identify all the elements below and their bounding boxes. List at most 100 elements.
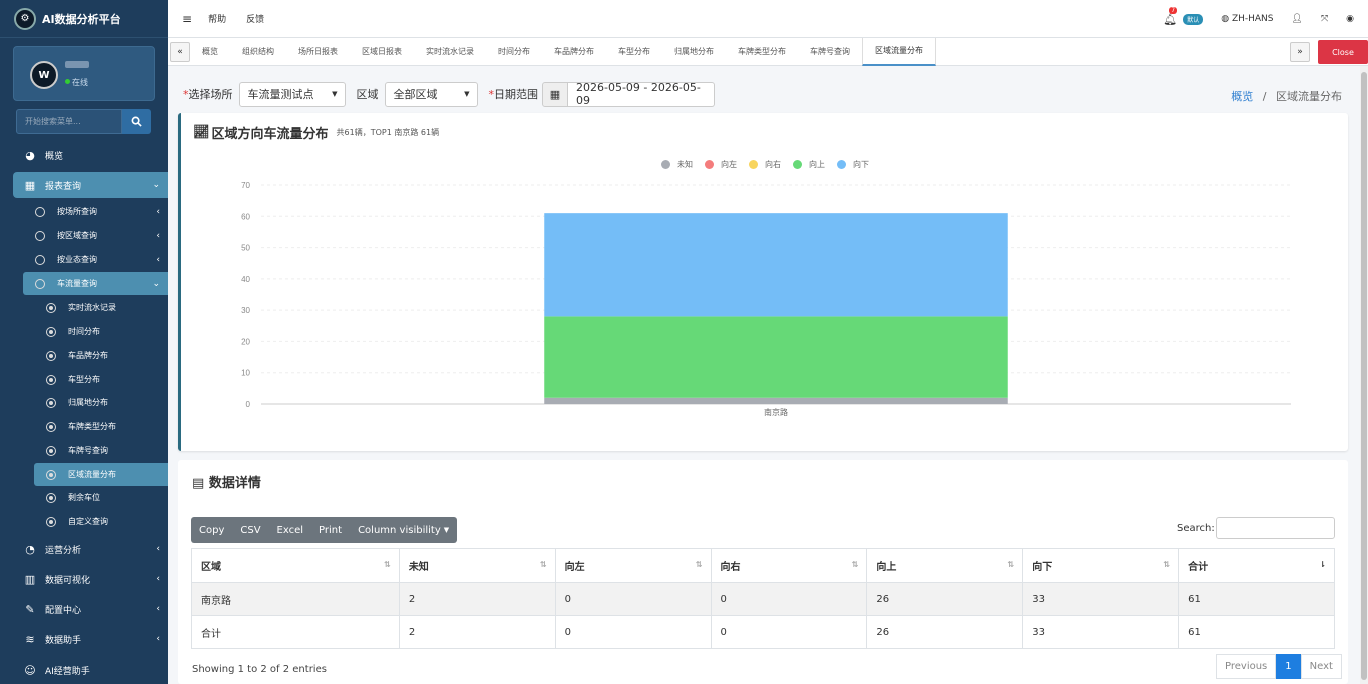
- notifications-button[interactable]: 🔔︎ 7: [1163, 6, 1177, 26]
- column-header[interactable]: 向上 ⇅: [866, 548, 1024, 583]
- legend-swatch: [661, 160, 670, 169]
- sidebar-item-config[interactable]: ✎ 配置中心 ‹: [13, 596, 168, 622]
- sidebar-item-operations[interactable]: ◔ 运营分析 ‹: [13, 536, 168, 562]
- brand[interactable]: ⚙ AI数据分析平台: [0, 0, 168, 38]
- region-select[interactable]: 全部区域 ▼: [384, 81, 478, 107]
- region-label: 区域: [356, 88, 379, 101]
- sidebar-item-label: AI经营助手: [45, 666, 90, 677]
- legend-swatch: [749, 160, 758, 169]
- data-detail-card: ▤ 数据详情 Copy CSV Excel Print Column visib…: [178, 460, 1348, 684]
- sidebar-search-input[interactable]: [16, 109, 122, 134]
- tab-scroll-right-button[interactable]: »: [1290, 41, 1310, 62]
- sort-icon: ⇅: [1007, 560, 1015, 569]
- sidebar-item-assistant[interactable]: ≋ 数据助手 ‹: [13, 626, 168, 652]
- date-range-input[interactable]: 2026-05-09 - 2026-05-09: [568, 81, 715, 107]
- tab-model-dist[interactable]: 车型分布: [606, 38, 662, 66]
- tab-venue-daily[interactable]: 场所日报表: [286, 38, 350, 66]
- sidebar-item-model-dist[interactable]: 车型分布: [34, 368, 168, 391]
- sidebar-item-label: 车品牌分布: [68, 351, 108, 360]
- table-row[interactable]: 南京路 2 0 0 26 33 61: [191, 582, 1335, 616]
- column-visibility-button[interactable]: Column visibility ▼: [350, 517, 457, 543]
- column-header[interactable]: 合计 ⇂: [1178, 548, 1335, 583]
- column-header[interactable]: 未知 ⇅: [398, 548, 556, 583]
- sidebar-item-region-flow[interactable]: 区域流量分布: [34, 463, 168, 486]
- help-link[interactable]: 帮助: [208, 12, 226, 25]
- tab-plate-query[interactable]: 车牌号查询: [798, 38, 862, 66]
- page-scrollbar[interactable]: [1360, 66, 1368, 684]
- tab-origin-dist[interactable]: 归属地分布: [662, 38, 726, 66]
- column-header[interactable]: 向右 ⇅: [710, 548, 868, 583]
- sidebar-item-custom-query[interactable]: 自定义查询: [34, 510, 168, 533]
- sidebar-item-origin-dist[interactable]: 归属地分布: [34, 391, 168, 414]
- column-header[interactable]: 向左 ⇅: [554, 548, 712, 583]
- sidebar-item-visualization[interactable]: ▥ 数据可视化 ‹: [13, 566, 168, 592]
- venue-select[interactable]: 车流量测试点 ▼: [238, 81, 346, 107]
- sidebar-item-plate-type-dist[interactable]: 车牌类型分布: [34, 415, 168, 438]
- legend-item[interactable]: 向右: [749, 159, 781, 170]
- sidebar-item-by-region[interactable]: 按区域查询 ‹: [23, 224, 168, 247]
- user-icon[interactable]: 👤︎: [1292, 14, 1303, 24]
- y-tick-label: 40: [241, 275, 250, 284]
- sort-icon: ⇅: [539, 560, 547, 569]
- brand-title: AI数据分析平台: [42, 12, 121, 26]
- tab-plate-type-dist[interactable]: 车牌类型分布: [726, 38, 798, 66]
- close-tabs-button[interactable]: Close: [1318, 40, 1368, 64]
- default-badge[interactable]: 默认: [1183, 13, 1204, 25]
- sort-icon: ⇅: [1163, 560, 1171, 569]
- sidebar-item-time-dist[interactable]: 时间分布: [34, 320, 168, 343]
- print-button[interactable]: Print: [311, 517, 350, 543]
- language-selector[interactable]: ◍ ZH-HANS: [1221, 14, 1273, 24]
- tab-region-flow[interactable]: 区域流量分布: [862, 37, 936, 66]
- fullscreen-icon[interactable]: ⤧: [1321, 14, 1328, 24]
- csv-button[interactable]: CSV: [232, 517, 268, 543]
- caret-down-icon: ▼: [464, 90, 470, 98]
- sidebar-item-label: 区域流量分布: [68, 470, 116, 479]
- tab-overview[interactable]: 概览: [190, 38, 230, 66]
- table-row[interactable]: 合计 2 0 0 26 33 61: [191, 615, 1335, 649]
- tab-scroll-left-button[interactable]: «: [170, 41, 190, 62]
- logo-icon: ⚙: [14, 7, 36, 30]
- table-cell: 0: [554, 615, 712, 649]
- tab-time-dist[interactable]: 时间分布: [486, 38, 542, 66]
- y-tick-label: 30: [241, 306, 250, 315]
- sidebar-item-plate-query[interactable]: 车牌号查询: [34, 439, 168, 462]
- legend-item[interactable]: 未知: [661, 159, 693, 170]
- scrollbar-thumb[interactable]: [1361, 72, 1367, 680]
- copy-button[interactable]: Copy: [191, 517, 232, 543]
- date-range-picker[interactable]: ▦ 2026-05-09 - 2026-05-09: [542, 81, 715, 107]
- tab-region-daily[interactable]: 区域日报表: [350, 38, 414, 66]
- breadcrumb-home[interactable]: 概览: [1231, 90, 1253, 103]
- feedback-link[interactable]: 反馈: [246, 12, 264, 25]
- search-button[interactable]: [122, 109, 151, 134]
- tab-realtime-log[interactable]: 实时流水记录: [414, 38, 486, 66]
- sidebar-item-label: 自定义查询: [68, 517, 108, 526]
- palette-icon[interactable]: ◉: [1346, 14, 1354, 24]
- legend-item[interactable]: 向左: [705, 159, 737, 170]
- legend-item[interactable]: 向上: [793, 159, 825, 170]
- page-1-button[interactable]: 1: [1276, 654, 1301, 679]
- sidebar-item-overview[interactable]: ◕ 概览: [13, 142, 168, 168]
- tab-brand-dist[interactable]: 车品牌分布: [542, 38, 606, 66]
- sidebar-item-by-venue[interactable]: 按场所查询 ‹: [23, 200, 168, 223]
- table-cell: 0: [554, 582, 712, 616]
- table-icon: ▤: [192, 476, 205, 491]
- sidebar-item-remaining-spots[interactable]: 剩余车位: [34, 486, 168, 509]
- sidebar-item-reports[interactable]: ▦ 报表查询 ⌄: [13, 172, 168, 198]
- column-header[interactable]: 区域 ⇅: [191, 548, 400, 583]
- sidebar-item-realtime-log[interactable]: 实时流水记录: [34, 296, 168, 319]
- table-search-input[interactable]: [1216, 517, 1335, 539]
- next-page-button[interactable]: Next: [1300, 654, 1342, 679]
- sidebar-item-brand-dist[interactable]: 车品牌分布: [34, 344, 168, 367]
- tab-org-structure[interactable]: 组织结构: [230, 38, 286, 66]
- avatar[interactable]: W: [30, 61, 58, 89]
- legend-label: 向上: [809, 160, 825, 169]
- previous-page-button[interactable]: Previous: [1216, 654, 1277, 679]
- sidebar-item-ai-assistant[interactable]: ☺ AI经营助手: [13, 657, 168, 683]
- sidebar-item-by-business[interactable]: 按业态查询 ‹: [23, 248, 168, 271]
- column-header[interactable]: 向下 ⇅: [1022, 548, 1180, 583]
- column-header-label: 区域: [201, 562, 221, 573]
- hamburger-icon[interactable]: ≡: [182, 12, 192, 26]
- legend-item[interactable]: 向下: [837, 159, 869, 170]
- sidebar-item-traffic[interactable]: 车流量查询 ⌄: [23, 272, 168, 295]
- excel-button[interactable]: Excel: [269, 517, 312, 543]
